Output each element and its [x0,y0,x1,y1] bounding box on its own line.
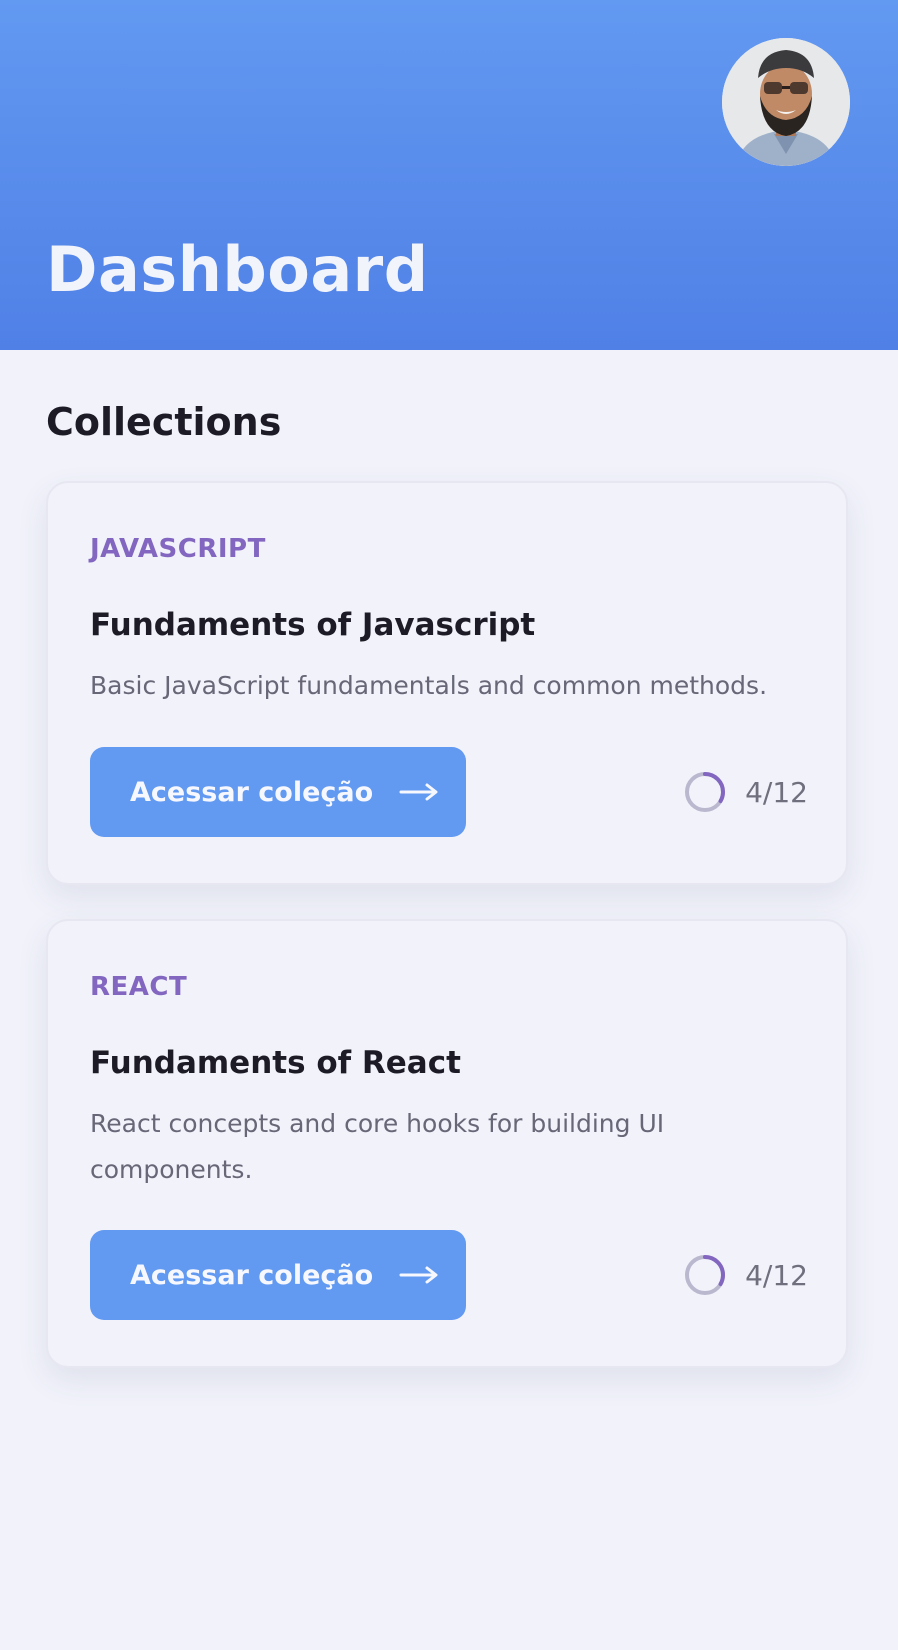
header: Dashboard [0,0,898,350]
collection-tag: JAVASCRIPT [90,534,266,564]
user-avatar-icon [722,38,850,166]
collection-card-react: REACT Fundaments of React React concepts… [46,919,848,1368]
access-collection-button[interactable]: Acessar coleção [90,1230,466,1320]
collection-card-javascript: JAVASCRIPT Fundaments of Javascript Basi… [46,481,848,885]
collection-tag: REACT [90,972,188,1002]
progress-count: 4/12 [745,775,808,809]
progress-ring-icon [685,1255,726,1295]
collection-progress: 4/12 [683,770,808,814]
collection-title: Fundaments of React [90,1045,461,1081]
collection-title: Fundaments of Javascript [90,607,536,643]
arrow-right-icon [399,783,438,801]
arrow-right-icon [399,1266,438,1284]
collection-description: React concepts and core hooks for buildi… [90,1109,665,1184]
page-title: Dashboard [46,233,429,306]
collection-description: Basic JavaScript fundamentals and common… [90,671,768,700]
progress-ring-icon [685,772,726,812]
collection-progress: 4/12 [683,1253,808,1297]
access-collection-label: Acessar coleção [130,776,374,808]
user-avatar[interactable] [722,38,850,166]
section-title: Collections [46,400,282,444]
progress-count: 4/12 [745,1258,808,1292]
access-collection-label: Acessar coleção [130,1259,374,1291]
access-collection-button[interactable]: Acessar coleção [90,747,466,837]
